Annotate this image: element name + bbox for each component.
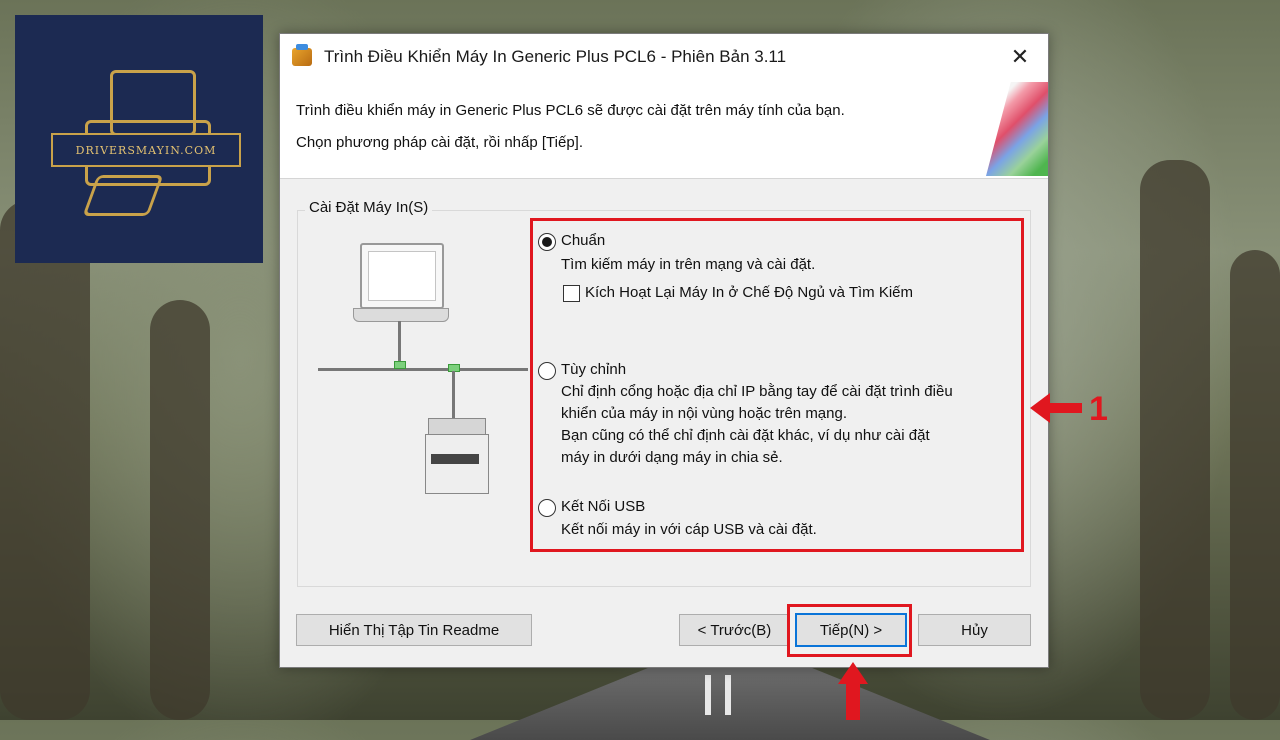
tree-trunk xyxy=(150,300,210,720)
group-label: Cài Đặt Máy In(S) xyxy=(305,199,433,216)
network-cable xyxy=(452,371,455,418)
laptop-base xyxy=(353,308,449,322)
tree-trunk xyxy=(0,200,90,720)
installer-box-icon xyxy=(292,44,312,66)
dialog-header: Trình điều khiển máy in Generic Plus PCL… xyxy=(280,80,1048,179)
logo-text: DRIVERSMAYIN.COM xyxy=(51,133,241,167)
arrow-shaft xyxy=(1048,403,1082,413)
window-title: Trình Điều Khiển Máy In Generic Plus PCL… xyxy=(324,47,787,66)
laptop-icon xyxy=(360,243,444,309)
back-button[interactable]: < Trước(B) xyxy=(679,614,790,646)
header-description: Trình điều khiển máy in Generic Plus PCL… xyxy=(296,102,845,119)
road-line xyxy=(725,675,731,715)
annotation-number: 1 xyxy=(1089,390,1108,428)
logo-paper xyxy=(82,175,164,216)
tree-trunk xyxy=(1230,250,1280,720)
show-readme-button[interactable]: Hiển Thị Tập Tin Readme xyxy=(296,614,532,646)
next-button-highlight xyxy=(787,604,912,657)
site-logo: DRIVERSMAYIN.COM xyxy=(15,15,263,263)
options-highlight-box xyxy=(530,218,1024,552)
header-decoration xyxy=(986,82,1048,176)
network-line xyxy=(318,368,528,371)
printer-body xyxy=(425,434,489,494)
tree-trunk xyxy=(1140,160,1210,720)
arrow-up-icon xyxy=(838,662,868,684)
header-instruction: Chọn phương pháp cài đặt, rồi nhấp [Tiếp… xyxy=(296,134,584,151)
close-icon: ✕ xyxy=(1010,44,1030,69)
printer-tray xyxy=(431,454,479,464)
installer-dialog: Trình Điều Khiển Máy In Generic Plus PCL… xyxy=(279,33,1049,668)
arrow-shaft xyxy=(846,682,860,720)
cancel-button[interactable]: Hủy xyxy=(918,614,1031,646)
road-line xyxy=(705,675,711,715)
arrow-left-icon xyxy=(1030,393,1050,423)
title-bar: Trình Điều Khiển Máy In Generic Plus PCL… xyxy=(280,34,1048,80)
network-connector xyxy=(394,361,406,369)
close-button[interactable]: ✕ xyxy=(992,34,1048,80)
